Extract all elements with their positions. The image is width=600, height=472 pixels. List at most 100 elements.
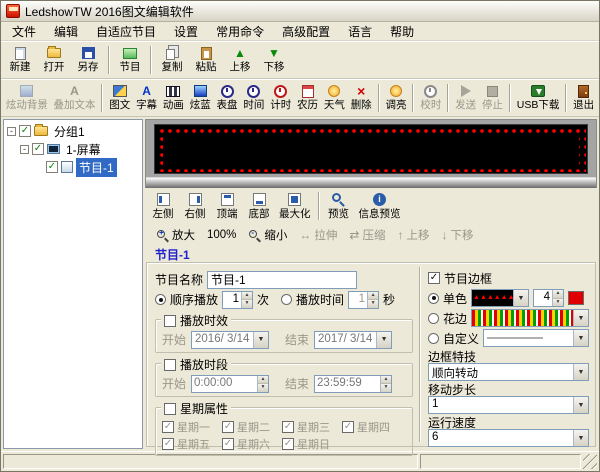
week-friday[interactable]: ✓ 星期五 bbox=[162, 436, 222, 452]
delete-button[interactable]: × 删除 bbox=[348, 81, 375, 115]
dropdown-arrow-icon[interactable]: ▼ bbox=[253, 332, 268, 348]
align-bottom-button[interactable]: 底部 bbox=[243, 190, 275, 222]
border-effect-select[interactable]: 顺向转动 ▼ bbox=[428, 363, 589, 381]
new-button[interactable]: 新建 bbox=[3, 43, 37, 77]
spin-up-icon[interactable]: ▲ bbox=[381, 376, 391, 385]
week-monday[interactable]: ✓ 星期一 bbox=[162, 419, 222, 435]
dropdown-arrow-icon[interactable]: ▼ bbox=[376, 332, 391, 348]
dazzle-background-button[interactable]: 炫动背景 bbox=[3, 81, 51, 115]
menu-help[interactable]: 帮助 bbox=[381, 21, 423, 42]
zone-move-down-button[interactable]: ↓ 下移 bbox=[436, 227, 478, 243]
graphic-text-button[interactable]: 图文 bbox=[106, 81, 133, 115]
send-button[interactable]: 发送 bbox=[452, 81, 479, 115]
maximize-button[interactable]: 最大化 bbox=[275, 190, 315, 222]
timer-button[interactable]: 计时 bbox=[267, 81, 294, 115]
play-time-radio[interactable] bbox=[281, 294, 292, 305]
dropdown-arrow-icon[interactable]: ▼ bbox=[573, 430, 588, 446]
resize-grip[interactable] bbox=[583, 454, 597, 469]
week-wednesday[interactable]: ✓ 星期三 bbox=[282, 419, 342, 435]
brightness-button[interactable]: 调亮 bbox=[383, 81, 410, 115]
collapse-icon[interactable]: - bbox=[20, 145, 29, 154]
tree-item-program[interactable]: ✓ 节目-1 bbox=[4, 158, 142, 176]
weather-button[interactable]: 天气 bbox=[321, 81, 348, 115]
week-thursday[interactable]: ✓ 星期四 bbox=[342, 419, 402, 435]
checkbox-checked-icon[interactable]: ✓ bbox=[282, 421, 294, 433]
paste-button[interactable]: 粘贴 bbox=[189, 43, 223, 77]
week-sunday[interactable]: ✓ 星期日 bbox=[282, 436, 342, 452]
menu-advanced-config[interactable]: 高级配置 bbox=[273, 21, 339, 42]
preview-button[interactable]: 预览 bbox=[323, 190, 355, 222]
spin-down-icon[interactable]: ▼ bbox=[242, 300, 252, 308]
zoom-in-button[interactable]: + 放大 bbox=[151, 227, 200, 243]
info-preview-button[interactable]: i 信息预览 bbox=[355, 190, 405, 222]
checkbox-checked-icon[interactable]: ✓ bbox=[282, 438, 294, 450]
spin-up-icon[interactable]: ▲ bbox=[553, 290, 563, 299]
time-button[interactable]: 时间 bbox=[240, 81, 267, 115]
align-top-button[interactable]: 顶端 bbox=[211, 190, 243, 222]
spin-up-icon[interactable]: ▲ bbox=[258, 376, 268, 385]
tree-item-screen[interactable]: - ✓ 1-屏幕 bbox=[4, 140, 142, 158]
lace-pattern-combo[interactable]: ▼ bbox=[471, 309, 589, 327]
checkbox-checked-icon[interactable]: ✓ bbox=[222, 438, 234, 450]
play-count-spinner[interactable]: 1 ▲ ▼ bbox=[222, 291, 253, 309]
validity-checkbox[interactable] bbox=[164, 315, 176, 327]
animation-button[interactable]: 动画 bbox=[160, 81, 187, 115]
spin-up-icon[interactable]: ▲ bbox=[242, 292, 252, 301]
lace-radio[interactable] bbox=[428, 313, 439, 324]
spin-down-icon[interactable]: ▼ bbox=[368, 300, 378, 308]
align-right-button[interactable]: 右侧 bbox=[179, 190, 211, 222]
border-size-spinner[interactable]: 4 ▲ ▼ bbox=[533, 289, 564, 307]
menu-settings[interactable]: 设置 bbox=[165, 21, 207, 42]
dial-button[interactable]: 表盘 bbox=[214, 81, 241, 115]
menu-edit[interactable]: 编辑 bbox=[45, 21, 87, 42]
program-name-input[interactable] bbox=[207, 271, 357, 289]
dropdown-arrow-icon[interactable]: ▼ bbox=[573, 310, 588, 326]
menu-language[interactable]: 语言 bbox=[339, 21, 381, 42]
tab-program-1[interactable]: 节目-1 bbox=[155, 248, 190, 262]
tree-label-screen[interactable]: 1-屏幕 bbox=[63, 140, 104, 159]
validity-start-date[interactable]: 2016/ 3/14 ▼ bbox=[191, 331, 269, 349]
checkbox-checked-icon[interactable]: ✓ bbox=[162, 421, 174, 433]
lunar-calendar-button[interactable]: 农历 bbox=[294, 81, 321, 115]
tree-label-program-selected[interactable]: 节目-1 bbox=[76, 158, 117, 177]
run-speed-select[interactable]: 6 ▼ bbox=[428, 429, 589, 447]
menu-common-commands[interactable]: 常用命令 bbox=[207, 21, 273, 42]
dazzle-blue-button[interactable]: 炫蓝 bbox=[187, 81, 214, 115]
dropdown-arrow-icon[interactable]: ▼ bbox=[573, 397, 588, 413]
sequential-play-radio[interactable] bbox=[155, 294, 166, 305]
collapse-icon[interactable]: - bbox=[7, 127, 16, 136]
compress-button[interactable]: ⇄ 压缩 bbox=[344, 227, 390, 243]
validity-end-date[interactable]: 2017/ 3/14 ▼ bbox=[314, 331, 392, 349]
tree-checkbox-group[interactable]: ✓ bbox=[19, 125, 31, 137]
dropdown-arrow-icon[interactable]: ▼ bbox=[573, 330, 588, 346]
move-down-button[interactable]: ▼ 下移 bbox=[257, 43, 291, 77]
overlay-text-button[interactable]: A 叠加文本 bbox=[51, 81, 99, 115]
play-time-spinner[interactable]: 1 ▲ ▼ bbox=[348, 291, 379, 309]
exit-button[interactable]: 退出 bbox=[570, 81, 597, 115]
checkbox-checked-icon[interactable]: ✓ bbox=[162, 438, 174, 450]
copy-button[interactable]: 复制 bbox=[155, 43, 189, 77]
spin-down-icon[interactable]: ▼ bbox=[381, 384, 391, 392]
checkbox-checked-icon[interactable]: ✓ bbox=[222, 421, 234, 433]
time-sync-button[interactable]: 校时 bbox=[417, 81, 444, 115]
timeslot-end-time[interactable]: 23:59:59 ▲ ▼ bbox=[314, 375, 392, 393]
menu-adaptive-program[interactable]: 自适应节目 bbox=[87, 21, 165, 42]
stop-button[interactable]: 停止 bbox=[479, 81, 506, 115]
stretch-button[interactable]: ↔ 拉伸 bbox=[294, 227, 342, 243]
timeslot-start-time[interactable]: 0:00:00 ▲ ▼ bbox=[191, 375, 269, 393]
checkbox-checked-icon[interactable]: ✓ bbox=[342, 421, 354, 433]
menu-file[interactable]: 文件 bbox=[3, 21, 45, 42]
week-checkbox[interactable] bbox=[164, 403, 176, 415]
custom-radio[interactable] bbox=[428, 333, 439, 344]
align-left-button[interactable]: 左侧 bbox=[147, 190, 179, 222]
spin-down-icon[interactable]: ▼ bbox=[258, 384, 268, 392]
subtitle-button[interactable]: A 字幕 bbox=[133, 81, 160, 115]
timeslot-checkbox[interactable] bbox=[164, 359, 176, 371]
spin-down-icon[interactable]: ▼ bbox=[553, 299, 563, 307]
tree-item-group[interactable]: - ✓ 分组1 bbox=[4, 122, 142, 140]
save-as-button[interactable]: 另存 bbox=[71, 43, 105, 77]
zone-move-up-button[interactable]: ↑ 上移 bbox=[392, 227, 434, 243]
move-step-select[interactable]: 1 ▼ bbox=[428, 396, 589, 414]
week-saturday[interactable]: ✓ 星期六 bbox=[222, 436, 282, 452]
dropdown-arrow-icon[interactable]: ▼ bbox=[513, 290, 528, 306]
